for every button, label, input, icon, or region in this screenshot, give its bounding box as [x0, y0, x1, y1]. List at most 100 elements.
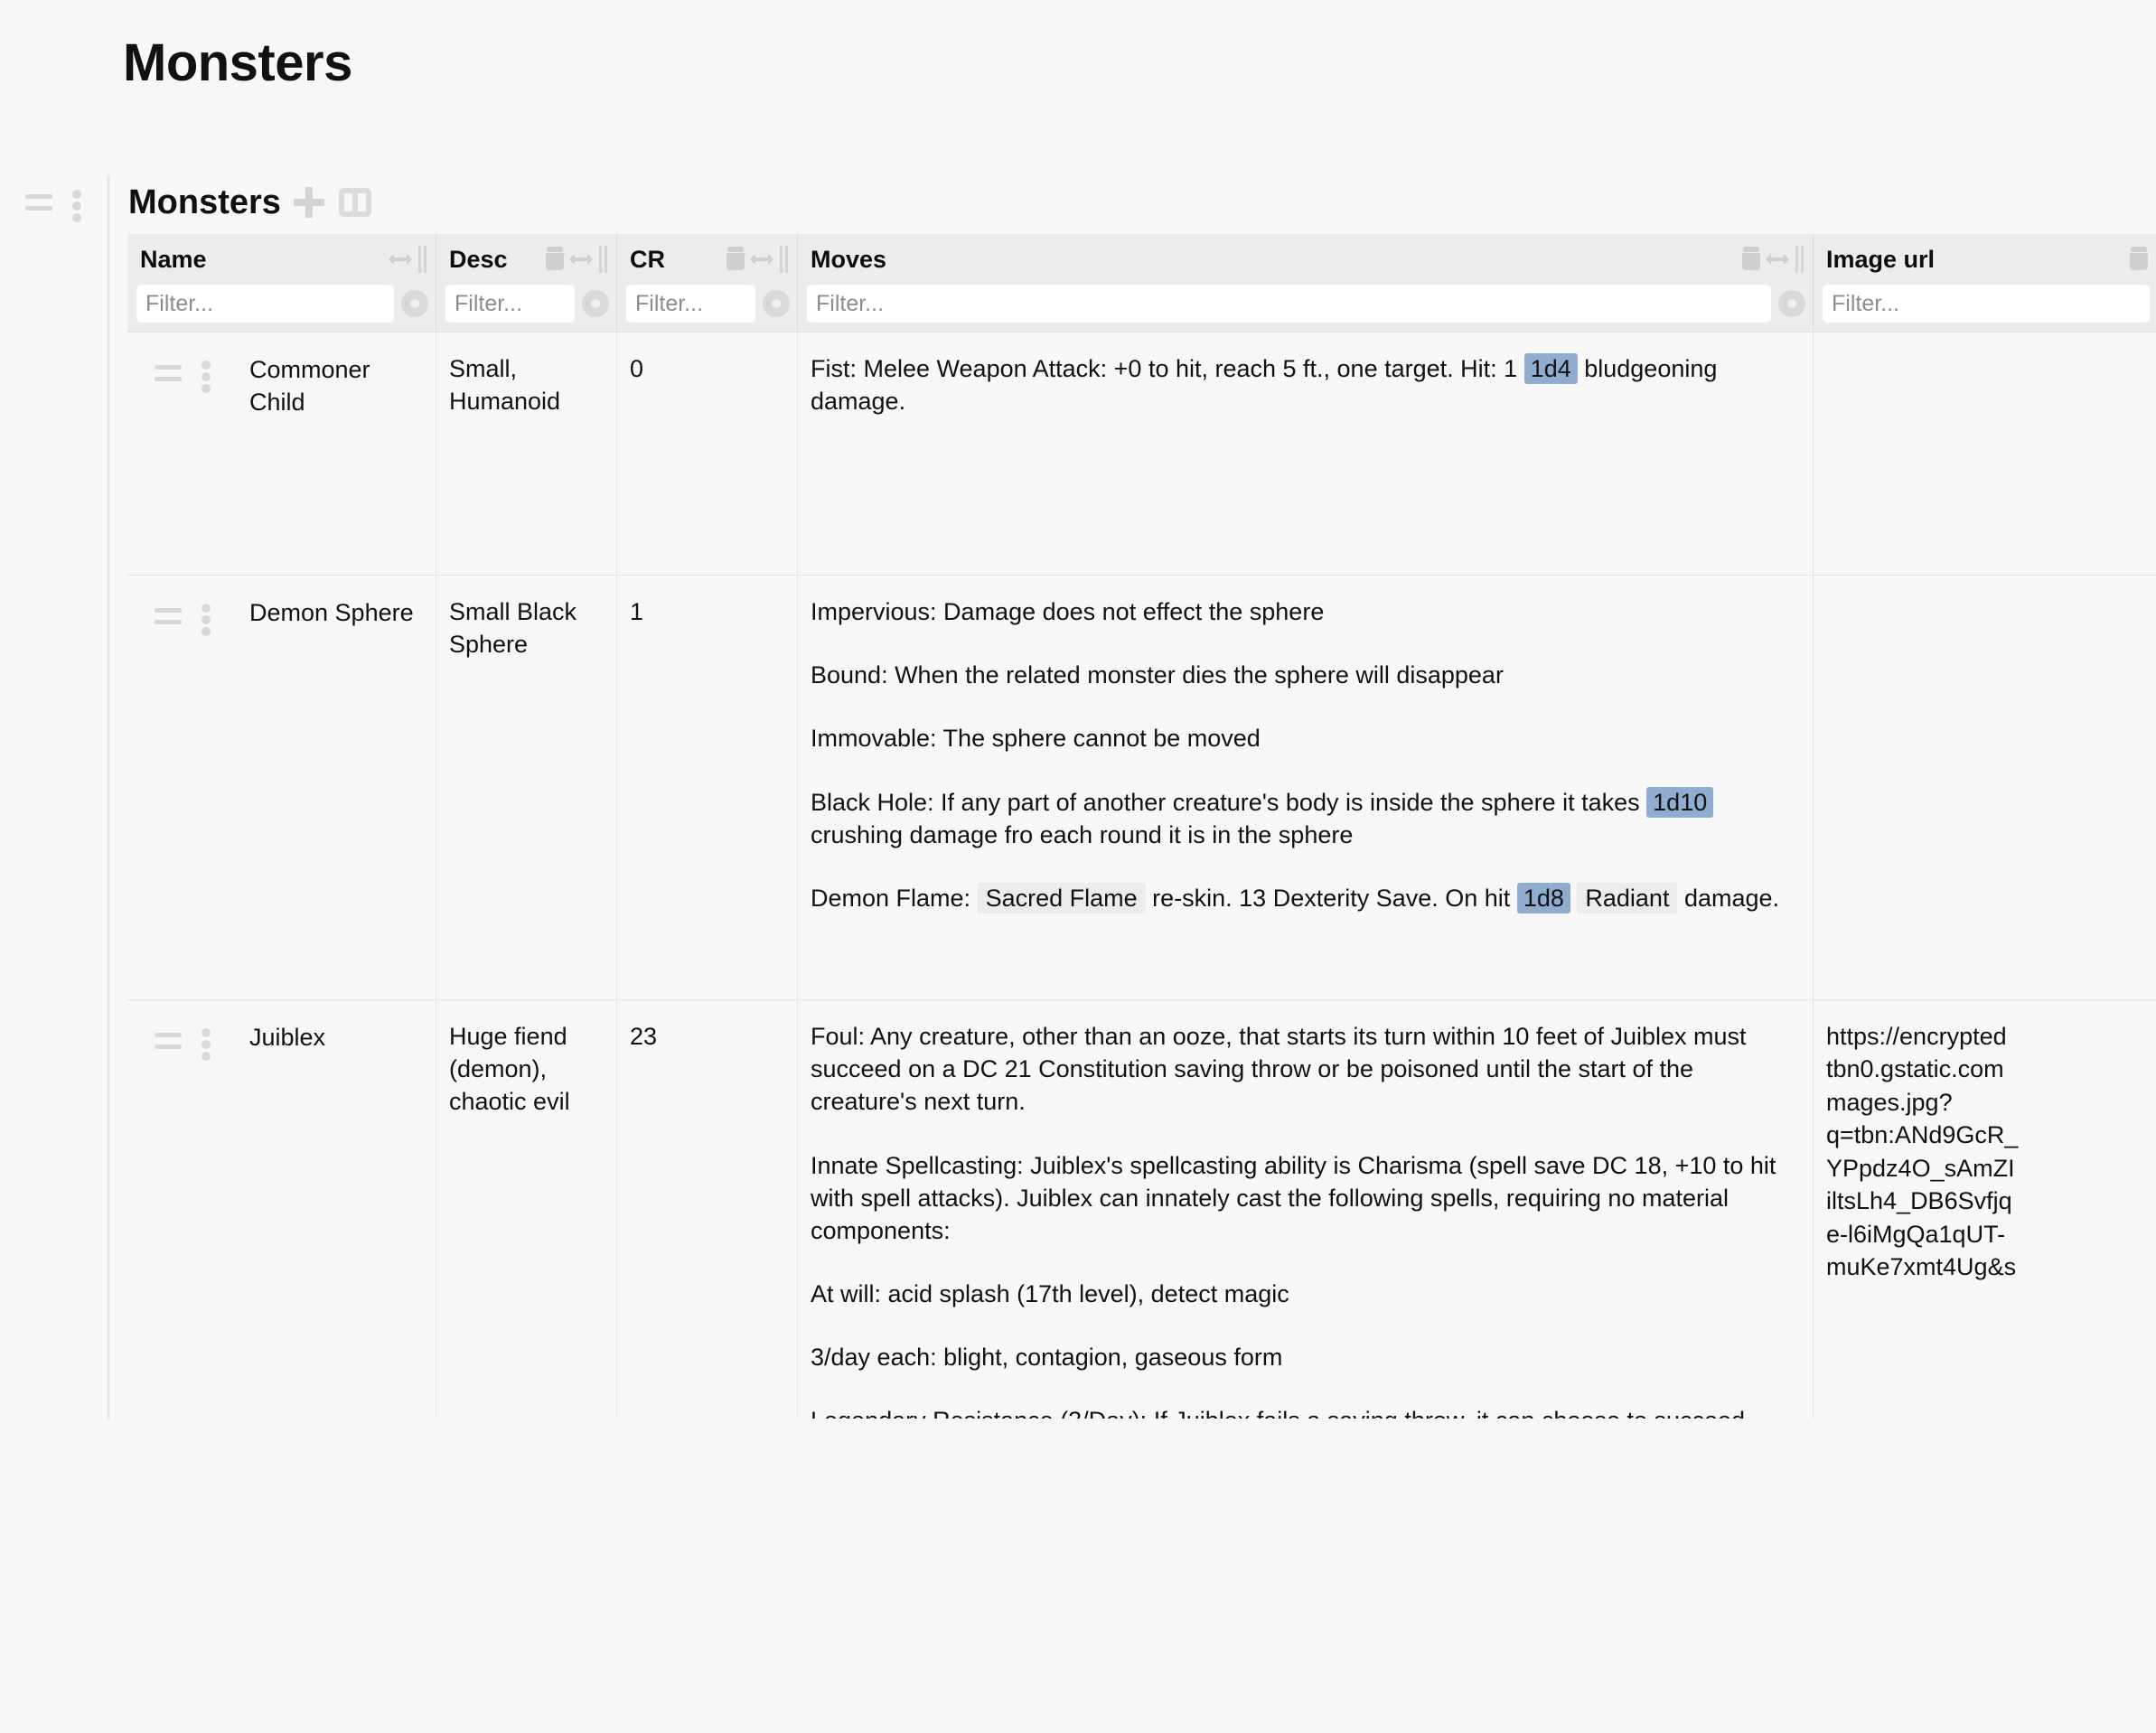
row-handles [155, 360, 249, 393]
filter-input-image-url[interactable] [1823, 285, 2150, 323]
image-url-line: mages.jpg? [1826, 1088, 1953, 1116]
row-handles [155, 603, 249, 636]
move-paragraph: Impervious: Damage does not effect the s… [811, 598, 1325, 625]
row-kebab-menu-icon[interactable] [202, 361, 211, 393]
trash-icon[interactable] [726, 248, 745, 270]
cell-name[interactable]: Commoner Child [127, 333, 436, 575]
column-header-cr-top: CR [617, 234, 797, 285]
table-row: Commoner Child Small, Humanoid 0 Fist: Mele… [127, 333, 2156, 576]
add-row-plus-icon[interactable] [293, 187, 324, 218]
move-paragraph: At will: acid splash (17th level), detec… [811, 1280, 1289, 1308]
block-title: Monsters [128, 183, 281, 221]
grid-header-row: Name Desc [127, 234, 2156, 333]
column-filter-cr [617, 285, 797, 332]
reference-chip[interactable]: Sacred Flame [977, 882, 1146, 913]
cell-name-text: Juiblex [249, 1024, 326, 1051]
move-paragraph: Foul: Any creature, other than an ooze, … [811, 1023, 1747, 1116]
filter-input-desc[interactable] [445, 285, 575, 323]
cell-cr[interactable]: 1 [617, 576, 798, 999]
cell-name-text: Demon Sphere [249, 599, 414, 626]
row-kebab-menu-icon[interactable] [202, 604, 211, 636]
column-header-cr[interactable]: CR [617, 234, 798, 332]
trash-icon[interactable] [546, 248, 564, 270]
column-header-name[interactable]: Name [127, 234, 436, 332]
block-kebab-menu-icon[interactable] [72, 190, 81, 222]
filter-clear-icon-cr[interactable] [763, 290, 790, 317]
row-drag-handle-icon[interactable] [155, 1033, 182, 1049]
image-url-line: muKe7xmt4Ug&s [1826, 1253, 2017, 1281]
column-header-moves-top: Moves [798, 234, 1813, 285]
cell-cr[interactable]: 0 [617, 333, 798, 575]
move-paragraph: Black Hole: If any part of another creat… [811, 786, 1800, 851]
column-grip-icon[interactable] [779, 246, 788, 273]
monsters-grid: Name Desc [127, 234, 2156, 1560]
column-header-desc[interactable]: Desc [436, 234, 617, 332]
columns-icon[interactable] [338, 188, 371, 217]
image-url-line: tbn0.gstatic.com [1826, 1055, 2004, 1083]
column-icons-image-url [2130, 248, 2148, 270]
move-paragraph: Demon Flame: Sacred Flame re-skin. 13 De… [811, 882, 1780, 913]
dice-roll-chip[interactable]: 1d10 [1646, 786, 1714, 818]
resize-icon[interactable] [389, 252, 412, 267]
row-drag-handle-icon[interactable] [155, 608, 182, 624]
image-url-line: YPpdz4O_sAmZI [1826, 1154, 2015, 1182]
filter-clear-icon-moves[interactable] [1778, 290, 1805, 317]
cell-image-url[interactable] [1814, 576, 2156, 999]
filter-input-moves[interactable] [807, 285, 1771, 323]
column-header-image-url-top: Image url [1814, 234, 2156, 285]
filter-clear-icon-name[interactable] [401, 290, 428, 317]
column-label-image-url: Image url [1826, 245, 1936, 273]
trash-icon[interactable] [1742, 248, 1760, 270]
column-label-desc: Desc [449, 245, 508, 273]
filter-clear-icon-desc[interactable] [582, 290, 609, 317]
column-icons-name [389, 246, 427, 273]
column-label-moves: Moves [811, 245, 887, 273]
cell-desc[interactable]: Small, Humanoid [436, 333, 617, 575]
cell-moves[interactable]: Fist: Melee Weapon Attack: +0 to hit, re… [798, 333, 1814, 575]
row-handles [155, 1027, 249, 1061]
column-label-cr: CR [630, 245, 665, 273]
cell-name-text: Commoner Child [249, 356, 370, 417]
filter-input-name[interactable] [136, 285, 394, 323]
block-drag-handle-icon[interactable] [25, 194, 52, 211]
image-url-line: q=tbn:ANd9GcR_ [1826, 1121, 2019, 1149]
column-label-name: Name [140, 245, 207, 273]
move-paragraph: Bound: When the related monster dies the… [811, 661, 1504, 689]
image-url-line: https://encrypted [1826, 1023, 2007, 1050]
move-paragraph: 3/day each: blight, contagion, gaseous f… [811, 1344, 1283, 1372]
cell-moves[interactable]: Impervious: Damage does not effect the s… [798, 576, 1814, 999]
column-header-moves[interactable]: Moves [798, 234, 1814, 332]
column-filter-moves [798, 285, 1813, 332]
cell-name[interactable]: Demon Sphere [127, 576, 436, 999]
cell-image-url[interactable] [1814, 333, 2156, 575]
column-header-image-url[interactable]: Image url [1814, 234, 2156, 332]
column-icons-desc [546, 246, 607, 273]
image-url-line: iltsLh4_DB6Svfjq [1826, 1187, 2012, 1215]
cell-desc[interactable]: Small Black Sphere [436, 576, 617, 999]
resize-icon[interactable] [569, 252, 593, 267]
resize-icon[interactable] [750, 252, 773, 267]
filter-input-cr[interactable] [626, 285, 755, 323]
column-filter-desc [436, 285, 616, 332]
trash-icon[interactable] [2130, 248, 2148, 270]
dice-roll-chip[interactable]: 1d4 [1523, 353, 1578, 384]
page-title: Monsters [123, 33, 352, 92]
column-grip-icon[interactable] [1795, 246, 1804, 273]
viewport-clip [0, 1419, 2156, 1733]
move-paragraph: Fist: Melee Weapon Attack: +0 to hit, re… [811, 353, 1718, 416]
row-drag-handle-icon[interactable] [155, 365, 182, 381]
column-grip-icon[interactable] [598, 246, 607, 273]
block-body: Monsters Name Filter... Desc Filter... C… [108, 176, 2156, 1595]
row-kebab-menu-icon[interactable] [202, 1028, 211, 1061]
reference-chip[interactable]: Radiant [1577, 882, 1678, 913]
column-header-name-top: Name [127, 234, 436, 285]
column-icons-moves [1742, 246, 1804, 273]
move-paragraph: Immovable: The sphere cannot be moved [811, 725, 1261, 753]
column-filter-image-url [1814, 285, 2156, 332]
grid-body: Commoner Child Small, Humanoid 0 Fist: Mele… [127, 333, 2156, 1560]
resize-icon[interactable] [1766, 252, 1789, 267]
column-icons-cr [726, 246, 788, 273]
column-grip-icon[interactable] [417, 246, 427, 273]
block-gutter [25, 189, 107, 229]
dice-roll-chip[interactable]: 1d8 [1516, 882, 1570, 913]
